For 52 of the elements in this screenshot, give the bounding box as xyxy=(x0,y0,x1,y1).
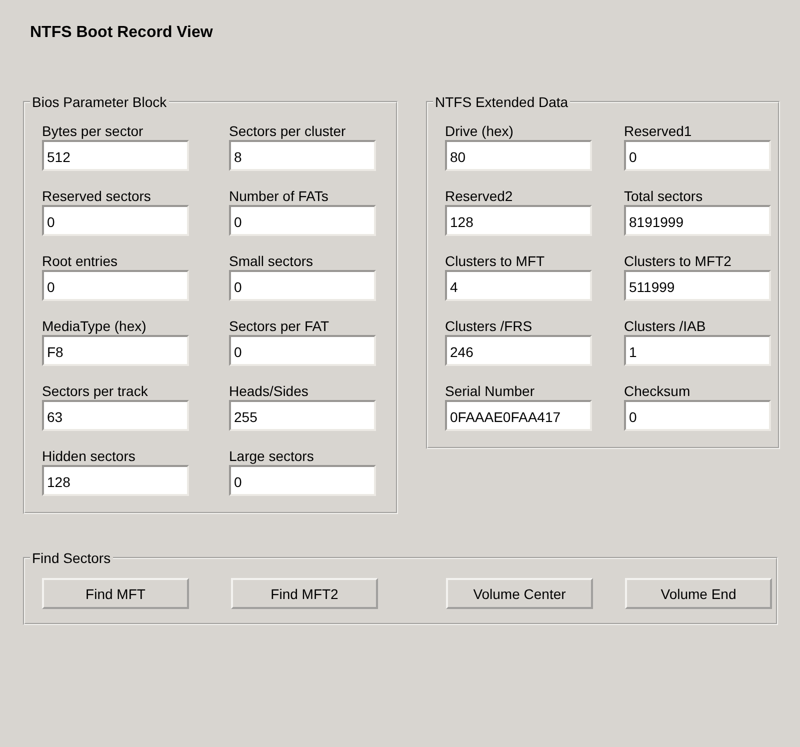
input-field[interactable]: 0 xyxy=(624,400,771,431)
input-field[interactable]: 8 xyxy=(229,140,376,171)
field-label: Bytes per sector xyxy=(42,122,144,140)
input-field[interactable]: 246 xyxy=(445,335,592,366)
input-field[interactable]: 80 xyxy=(445,140,592,171)
field-label: Clusters to MFT2 xyxy=(624,252,732,270)
input-field[interactable]: 0 xyxy=(42,205,189,236)
field-label: Checksum xyxy=(624,382,690,400)
input-field[interactable]: 512 xyxy=(42,140,189,171)
field-label: Sectors per FAT xyxy=(229,317,330,335)
field-label: Clusters /FRS xyxy=(445,317,532,335)
field-label: Heads/Sides xyxy=(229,382,308,400)
input-field[interactable]: 511999 xyxy=(624,270,771,301)
field-label: Sectors per track xyxy=(42,382,148,400)
input-field[interactable]: F8 xyxy=(42,335,189,366)
field-label: Total sectors xyxy=(624,187,703,205)
find-button[interactable]: Volume Center xyxy=(446,578,593,609)
field-label: Sectors per cluster xyxy=(229,122,346,140)
field-label: Hidden sectors xyxy=(42,447,136,465)
group-title: NTFS Extended Data xyxy=(434,94,570,110)
input-field[interactable]: 8191999 xyxy=(624,205,771,236)
field-label: Reserved1 xyxy=(624,122,692,140)
view-title: NTFS Boot Record View xyxy=(30,24,214,43)
input-field[interactable]: 128 xyxy=(445,205,592,236)
find-button[interactable]: Find MFT2 xyxy=(231,578,378,609)
field-label: Small sectors xyxy=(229,252,314,270)
input-field[interactable]: 0 xyxy=(42,270,189,301)
input-field[interactable]: 63 xyxy=(42,400,189,431)
field-label: Reserved2 xyxy=(445,187,513,205)
input-field[interactable]: 128 xyxy=(42,465,189,496)
group-title: Find Sectors xyxy=(31,550,112,566)
input-field[interactable]: 0 xyxy=(229,205,376,236)
field-label: MediaType (hex) xyxy=(42,317,146,335)
field-label: Large sectors xyxy=(229,447,314,465)
field-label: Clusters to MFT xyxy=(445,252,545,270)
input-field[interactable]: 0 xyxy=(624,140,771,171)
group-title: Bios Parameter Block xyxy=(31,94,168,110)
field-label: Root entries xyxy=(42,252,118,270)
field-label: Drive (hex) xyxy=(445,122,514,140)
input-field[interactable]: 1 xyxy=(624,335,771,366)
field-label: Clusters /IAB xyxy=(624,317,706,335)
input-field[interactable]: 0 xyxy=(229,270,376,301)
field-label: Number of FATs xyxy=(229,187,328,205)
input-field[interactable]: 255 xyxy=(229,400,376,431)
input-field[interactable]: 0FAAAE0FAA417 xyxy=(445,400,592,431)
find-button[interactable]: Find MFT xyxy=(42,578,189,609)
input-field[interactable]: 0 xyxy=(229,335,376,366)
field-label: Serial Number xyxy=(445,382,534,400)
field-label: Reserved sectors xyxy=(42,187,151,205)
input-field[interactable]: 0 xyxy=(229,465,376,496)
input-field[interactable]: 4 xyxy=(445,270,592,301)
find-button[interactable]: Volume End xyxy=(625,578,772,609)
